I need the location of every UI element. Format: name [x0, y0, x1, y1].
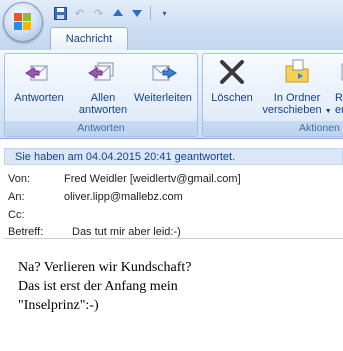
forward-button[interactable]: Weiterleiten [131, 56, 195, 104]
ribbon-tab-bar: Nachricht [0, 26, 343, 51]
delete-button[interactable]: Löschen [205, 56, 259, 104]
cc-label: Cc: [8, 209, 25, 221]
reply-button[interactable]: Antworten [7, 56, 71, 104]
next-item-icon[interactable] [128, 5, 145, 22]
from-value[interactable]: Fred Weidler [weidlertv@gmail.com] [64, 173, 241, 185]
undo-icon[interactable]: ↶ [71, 5, 88, 22]
partial-action-button[interactable]: R er [335, 56, 343, 116]
to-label: An: [8, 191, 25, 203]
office-logo-icon [14, 13, 32, 31]
delete-icon [216, 56, 248, 88]
previous-item-icon[interactable] [109, 5, 126, 22]
group-label-aktionen: Aktionen [203, 121, 343, 136]
tab-nachricht[interactable]: Nachricht [50, 27, 128, 51]
subject-value: Das tut mir aber leid:-) [72, 226, 181, 238]
group-antworten: Antworten Allen antworten Weiterleiten A… [4, 53, 198, 137]
office-button[interactable] [3, 2, 43, 42]
group-label-antworten: Antworten [5, 121, 197, 136]
reply-info-bar: Sie haben am 04.04.2015 20:41 geantworte… [4, 148, 343, 165]
forward-icon [147, 56, 179, 88]
redo-icon[interactable]: ↷ [90, 5, 107, 22]
from-label: Von: [8, 173, 31, 185]
message-body[interactable]: Na? Verlieren wir Kundschaft? Das ist er… [18, 258, 192, 315]
body-line: Das ist erst der Anfang mein [18, 279, 178, 294]
rules-icon [338, 56, 343, 88]
quick-access-toolbar: ↶ ↷ ▾ [52, 4, 173, 22]
ribbon: Antworten Allen antworten Weiterleiten A… [0, 50, 343, 139]
body-line: "Inselprinz":-) [18, 298, 99, 313]
reply-icon [23, 56, 55, 88]
folder-move-icon [281, 56, 313, 88]
to-value[interactable]: oliver.lipp@mallebz.com [64, 191, 183, 203]
reply-all-icon [87, 56, 119, 88]
group-aktionen: Löschen In Ordner verschieben ▼ R er Akt… [202, 53, 343, 137]
subject-label: Betreff: [8, 226, 44, 238]
move-to-folder-button[interactable]: In Ordner verschieben ▼ [261, 56, 333, 118]
toolbar-separator [150, 6, 151, 20]
save-icon[interactable] [52, 5, 69, 22]
customize-toolbar-icon[interactable]: ▾ [156, 5, 173, 22]
body-line: Na? Verlieren wir Kundschaft? [18, 260, 192, 275]
reply-all-button[interactable]: Allen antworten [73, 56, 133, 116]
dropdown-arrow-icon: ▼ [324, 108, 332, 115]
header-divider [4, 238, 343, 239]
